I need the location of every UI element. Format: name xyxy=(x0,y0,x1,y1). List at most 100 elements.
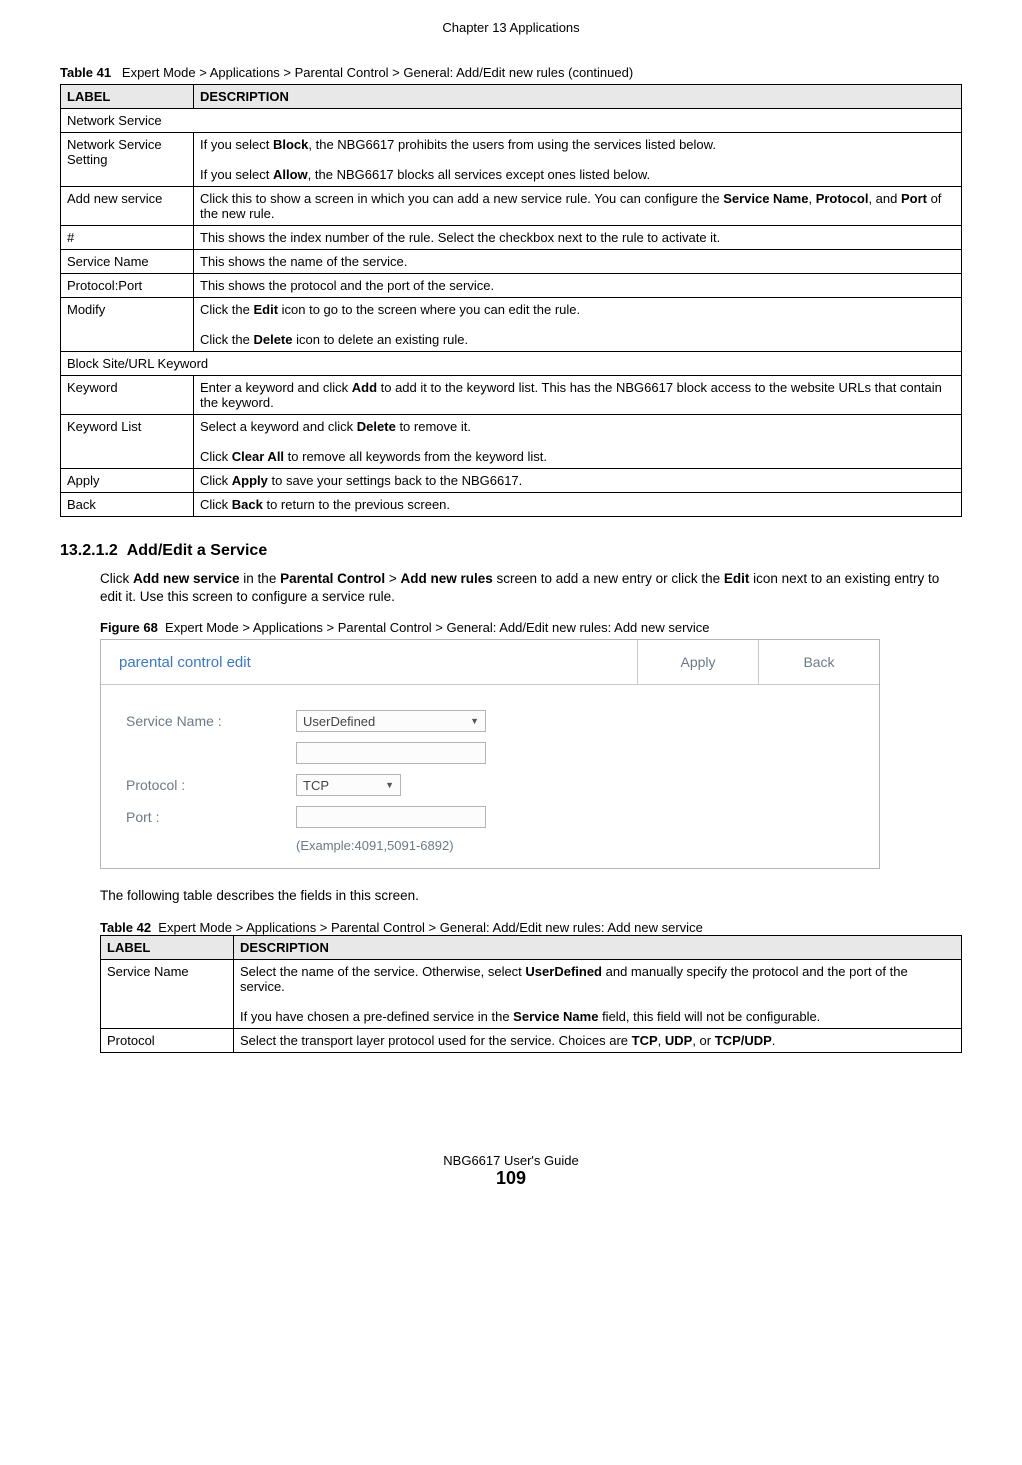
protocol-select[interactable]: TCP ▼ xyxy=(296,774,401,796)
service-name-value: UserDefined xyxy=(303,714,375,729)
desc-svcname: Select the name of the service. Otherwis… xyxy=(234,959,962,1028)
t: Edit xyxy=(724,571,750,586)
t: , the NBG6617 prohibits the users from u… xyxy=(308,137,716,152)
t: Protocol xyxy=(816,191,869,206)
section-p1: Click Add new service in the Parental Co… xyxy=(100,570,962,606)
t: field, this field will not be configurab… xyxy=(598,1009,820,1024)
figure-buttons: Apply Back xyxy=(637,640,879,684)
footer: NBG6617 User's Guide 109 xyxy=(60,1153,962,1189)
label-apply: Apply xyxy=(61,469,194,493)
figure-body: Service Name : UserDefined ▼ Protocol : … xyxy=(101,685,879,868)
label-keyword: Keyword xyxy=(61,376,194,415)
label-addnew: Add new service xyxy=(61,187,194,226)
t: screen to add a new entry or click the xyxy=(493,571,724,586)
t: to save your settings back to the NBG661… xyxy=(268,473,522,488)
t: Apply xyxy=(232,473,268,488)
section-network-service: Network Service xyxy=(61,109,962,133)
label-keywordlist: Keyword List xyxy=(61,415,194,469)
t: icon to delete an existing rule. xyxy=(293,332,469,347)
table41-caption: Table 41 Expert Mode > Applications > Pa… xyxy=(60,65,962,80)
figure68-ui: parental control edit Apply Back Service… xyxy=(100,639,880,869)
section-blocksite: Block Site/URL Keyword xyxy=(61,352,962,376)
t: Click xyxy=(200,449,232,464)
t: Select a keyword and click xyxy=(200,419,357,434)
apply-button[interactable]: Apply xyxy=(637,640,758,684)
t: Service Name xyxy=(723,191,808,206)
th-label: LABEL xyxy=(61,85,194,109)
port-input[interactable] xyxy=(296,806,486,828)
t: UserDefined xyxy=(525,964,602,979)
table41: LABEL DESCRIPTION Network Service Networ… xyxy=(60,84,962,517)
t: in the xyxy=(240,571,281,586)
desc-svcname: This shows the name of the service. xyxy=(194,250,962,274)
t: to remove all keywords from the keyword … xyxy=(284,449,547,464)
protocol-value: TCP xyxy=(303,778,329,793)
t: UDP xyxy=(665,1033,692,1048)
page-number: 109 xyxy=(60,1168,962,1189)
t: Delete xyxy=(253,332,292,347)
t: , xyxy=(808,191,815,206)
th-label: LABEL xyxy=(101,935,234,959)
label-back: Back xyxy=(61,493,194,517)
figure68-num: Figure 68 xyxy=(100,620,158,635)
t: icon to go to the screen where you can e… xyxy=(278,302,580,317)
service-name-input[interactable] xyxy=(296,742,486,764)
desc-apply: Click Apply to save your settings back t… xyxy=(194,469,962,493)
t: Click xyxy=(200,473,232,488)
table42-num: Table 42 xyxy=(100,920,151,935)
table42-text: Expert Mode > Applications > Parental Co… xyxy=(158,920,703,935)
t: Parental Control xyxy=(280,571,385,586)
t: Service Name xyxy=(513,1009,598,1024)
service-name-label: Service Name : xyxy=(126,713,296,729)
figure68-text: Expert Mode > Applications > Parental Co… xyxy=(165,620,710,635)
section-p2: The following table describes the fields… xyxy=(100,887,962,905)
label-svcname: Service Name xyxy=(101,959,234,1028)
protocol-label: Protocol : xyxy=(126,777,296,793)
t: Click the xyxy=(200,332,253,347)
section-heading: 13.2.1.2 Add/Edit a Service xyxy=(60,542,962,560)
chapter-header: Chapter 13 Applications xyxy=(60,20,962,35)
label-svcname: Service Name xyxy=(61,250,194,274)
t: Select the transport layer protocol used… xyxy=(240,1033,632,1048)
t: Add xyxy=(352,380,377,395)
t: , or xyxy=(692,1033,714,1048)
chevron-down-icon: ▼ xyxy=(385,780,394,790)
t: Click this to show a screen in which you… xyxy=(200,191,723,206)
label-nss: Network Service Setting xyxy=(61,133,194,187)
service-name-select[interactable]: UserDefined ▼ xyxy=(296,710,486,732)
t: Allow xyxy=(273,167,308,182)
t: , xyxy=(658,1033,665,1048)
figure68-caption: Figure 68 Expert Mode > Applications > P… xyxy=(100,620,962,635)
desc-hash: This shows the index number of the rule.… xyxy=(194,226,962,250)
table42-caption: Table 42 Expert Mode > Applications > Pa… xyxy=(100,920,962,935)
t: to remove it. xyxy=(396,419,471,434)
t: Click xyxy=(100,571,133,586)
th-desc: DESCRIPTION xyxy=(194,85,962,109)
t: Add new rules xyxy=(400,571,492,586)
table41-caption-text: Expert Mode > Applications > Parental Co… xyxy=(122,65,633,80)
section-title: Add/Edit a Service xyxy=(127,542,268,559)
th-desc: DESCRIPTION xyxy=(234,935,962,959)
t: Clear All xyxy=(232,449,284,464)
section-num: 13.2.1.2 xyxy=(60,542,118,559)
label-protocol: Protocol xyxy=(101,1028,234,1052)
desc-modify: Click the Edit icon to go to the screen … xyxy=(194,298,962,352)
back-button[interactable]: Back xyxy=(758,640,879,684)
t: . xyxy=(772,1033,776,1048)
figure-header: parental control edit Apply Back xyxy=(101,640,879,685)
figure-title: parental control edit xyxy=(101,654,251,671)
desc-protocol: Select the transport layer protocol used… xyxy=(234,1028,962,1052)
desc-back: Click Back to return to the previous scr… xyxy=(194,493,962,517)
t: Enter a keyword and click xyxy=(200,380,352,395)
t: TCP xyxy=(632,1033,658,1048)
port-example: (Example:4091,5091-6892) xyxy=(296,838,854,853)
table42: LABEL DESCRIPTION Service Name Select th… xyxy=(100,935,962,1053)
port-label: Port : xyxy=(126,809,296,825)
label-modify: Modify xyxy=(61,298,194,352)
t: Block xyxy=(273,137,308,152)
t: If you select xyxy=(200,167,273,182)
t: Add new service xyxy=(133,571,240,586)
t: Back xyxy=(232,497,263,512)
t: Delete xyxy=(357,419,396,434)
desc-nss: If you select Block, the NBG6617 prohibi… xyxy=(194,133,962,187)
